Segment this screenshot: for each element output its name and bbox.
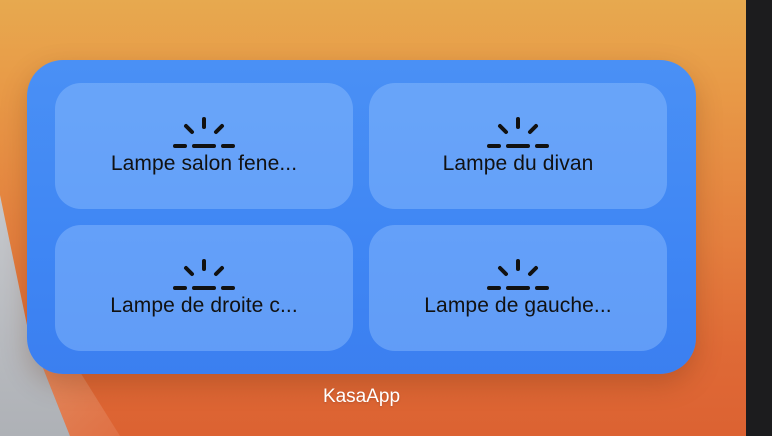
light-bulb-icon: [487, 117, 549, 148]
device-tile-lampe-salon-fenetre[interactable]: Lampe salon fene...: [55, 83, 353, 209]
device-label: Lampe de droite c...: [110, 294, 298, 317]
device-label: Lampe salon fene...: [110, 152, 298, 175]
light-bulb-icon: [173, 117, 235, 148]
widget-app-name: KasaApp: [322, 386, 401, 407]
device-label: Lampe de gauche...: [424, 294, 612, 317]
light-bulb-icon: [487, 259, 549, 290]
device-tile-lampe-du-divan[interactable]: Lampe du divan: [369, 83, 667, 209]
device-label: Lampe du divan: [442, 152, 594, 175]
device-tile-lampe-de-droite[interactable]: Lampe de droite c...: [55, 225, 353, 351]
sidebar-edge: [746, 0, 772, 436]
kasa-widget: Lampe salon fene... Lampe du divan Lampe…: [27, 60, 696, 374]
device-tile-lampe-de-gauche[interactable]: Lampe de gauche...: [369, 225, 667, 351]
light-bulb-icon: [173, 259, 235, 290]
